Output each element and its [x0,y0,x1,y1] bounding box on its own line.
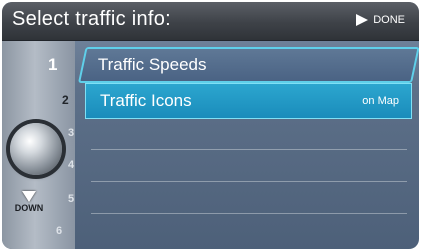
menu-list: Traffic Speeds Traffic Icons on Map [75,41,419,249]
header-bar: Select traffic info: DONE [2,2,419,41]
down-arrow-icon [22,191,36,202]
down-label: DOWN [14,203,44,213]
nav-screen: Select traffic info: DONE 1 2 3 4 5 6 DO… [2,2,419,249]
menu-item-label: Traffic Icons [100,91,192,110]
done-button[interactable]: DONE [356,14,405,26]
menu-item-traffic-speeds[interactable]: Traffic Speeds [78,47,419,83]
menu-item-label: Traffic Speeds [97,55,207,74]
list-divider [91,181,407,182]
item-number-4: 4 [68,159,75,171]
list-divider [91,149,407,150]
item-number-6: 6 [56,225,63,237]
selector-knob-icon[interactable] [10,123,62,175]
item-number-5: 5 [68,193,75,205]
play-arrow-icon [356,14,369,26]
menu-item-traffic-icons[interactable]: Traffic Icons on Map [85,83,412,119]
item-number-1: 1 [48,55,58,74]
done-label: DONE [373,14,405,26]
menu-item-status: on Map [362,95,399,107]
item-number-3: 3 [68,127,75,139]
down-button[interactable]: DOWN [14,191,44,213]
list-divider [91,213,407,214]
item-number-2: 2 [62,93,69,107]
selector-rail: 1 2 3 4 5 6 DOWN [2,41,75,249]
page-title: Select traffic info: [12,8,172,30]
